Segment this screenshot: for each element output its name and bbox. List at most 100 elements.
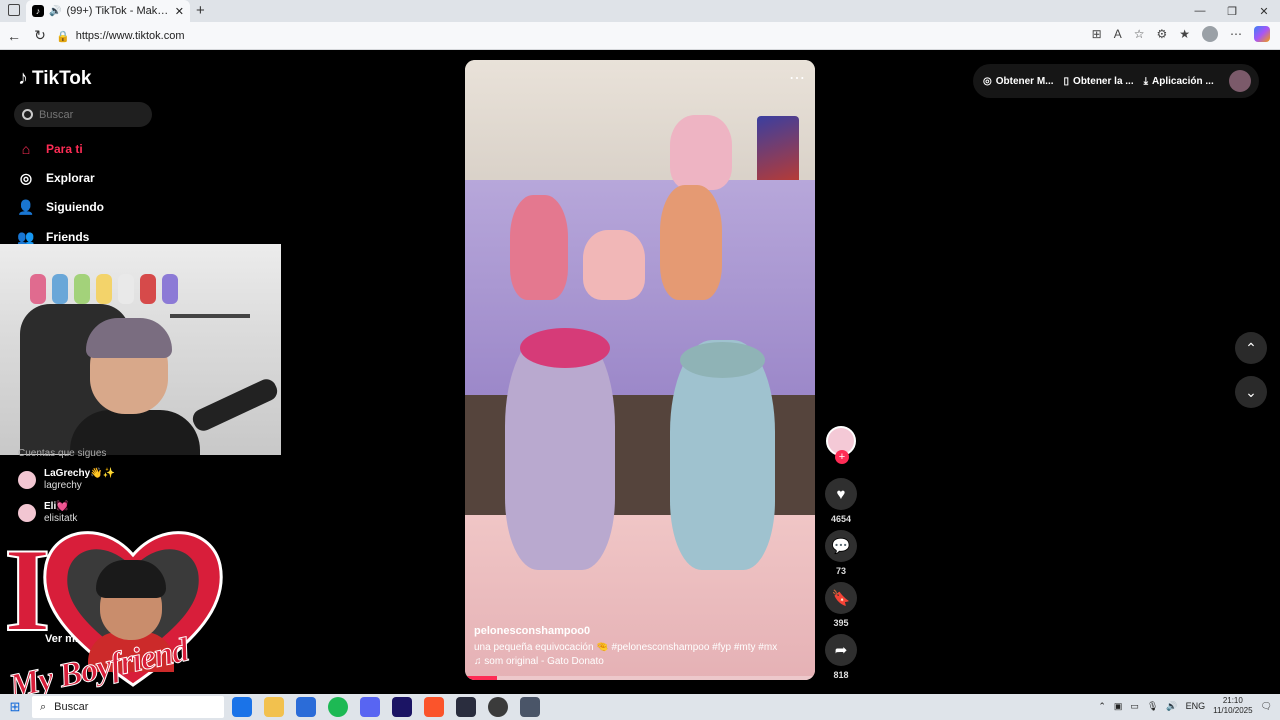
start-button[interactable]: ⊞ <box>0 694 30 720</box>
address-bar[interactable]: 🔒 https://www.tiktok.com <box>56 25 1156 47</box>
menu-label: Explorar <box>46 171 95 185</box>
minimize-icon[interactable]: — <box>1184 0 1216 22</box>
streamer <box>70 318 200 455</box>
network-icon[interactable]: ▭ <box>1130 701 1139 712</box>
get-coins-button[interactable]: ◎ Obtener M... <box>983 76 1054 87</box>
app-available-icon[interactable]: ⊞ <box>1092 27 1102 41</box>
account-item[interactable]: LaGrechy👋✨ lagrechy <box>18 468 115 492</box>
tab-title: (99+) TikTok - Make Your Day <box>66 5 169 17</box>
logo-text: TikTok <box>32 67 92 89</box>
search-box[interactable] <box>14 102 152 127</box>
notifications-icon[interactable]: 🗨 <box>1261 701 1272 712</box>
menu-item-explore[interactable]: ◎ Explorar <box>18 170 95 186</box>
bookmark-icon[interactable]: 🔖 <box>825 582 857 614</box>
doll <box>670 115 732 190</box>
system-tray: ⌃ ▣ ▭ 🎙 🔊 ENG 21:10 11/10/2025 🗨 <box>1098 696 1272 716</box>
tiktok-logo[interactable]: ♪ TikTok <box>18 67 91 90</box>
account-handle: lagrechy <box>44 480 82 491</box>
discord-icon[interactable] <box>360 697 380 717</box>
menu-label: Friends <box>46 230 90 244</box>
tab-actions-icon[interactable] <box>8 4 20 16</box>
comment-action[interactable]: 💬 73 <box>825 530 857 576</box>
desktop-app-button[interactable]: ⤓ Aplicación ... <box>1144 76 1214 87</box>
language-indicator[interactable]: ENG <box>1186 701 1206 711</box>
windows-icon: ⊞ <box>9 699 21 714</box>
previous-video-button[interactable]: ⌃ <box>1235 332 1267 364</box>
clock[interactable]: 21:10 11/10/2025 <box>1213 696 1252 716</box>
store-icon[interactable] <box>296 697 316 717</box>
download-icon: ⤓ <box>1143 75 1149 87</box>
menu-item-following[interactable]: 👤 Siguiendo <box>17 198 104 215</box>
share-action[interactable]: ➦ 818 <box>825 634 857 680</box>
taskbar-search[interactable]: ⌕ Buscar <box>32 696 224 718</box>
search-input[interactable] <box>39 108 139 121</box>
home-icon: ⌂ <box>21 141 31 157</box>
avatar <box>18 471 36 489</box>
get-app-button[interactable]: ▯ Obtener la ... <box>1064 76 1134 87</box>
boyfriend-sticker-overlay: I My Boyfriend <box>0 520 225 710</box>
favorites-icon[interactable]: ★ <box>1179 27 1190 41</box>
like-count: 4654 <box>830 514 852 524</box>
site-info-icon[interactable]: 🔒 <box>56 30 70 43</box>
clock-time: 21:10 <box>1222 696 1243 705</box>
tray-chevron-icon[interactable]: ⌃ <box>1098 701 1106 712</box>
tray-app-icon[interactable]: ▣ <box>1114 701 1123 712</box>
comment-icon[interactable]: 💬 <box>825 530 857 562</box>
profile-avatar[interactable] <box>1202 26 1218 42</box>
user-avatar[interactable] <box>1229 70 1251 92</box>
obs-icon[interactable] <box>488 697 508 717</box>
video-player[interactable]: ⋯ pelonesconshampoo0 una pequeña equivoc… <box>465 60 815 680</box>
new-tab-button[interactable]: + <box>196 2 205 19</box>
menu-label: Para ti <box>46 142 83 156</box>
brave-icon[interactable] <box>424 697 444 717</box>
spotify-icon[interactable] <box>328 697 348 717</box>
app-icon[interactable] <box>520 697 540 717</box>
heart-icon[interactable]: ♥ <box>825 478 857 510</box>
like-action[interactable]: ♥ 4654 <box>825 478 857 524</box>
file-explorer-icon[interactable] <box>264 697 284 717</box>
video-progress-bar[interactable] <box>465 676 815 680</box>
wall-shelf <box>170 314 250 318</box>
microphone <box>189 376 281 434</box>
reload-icon[interactable]: ↻ <box>28 24 52 48</box>
volume-icon[interactable]: 🔊 <box>1166 701 1177 712</box>
friends-icon: 👥 <box>17 228 35 245</box>
close-window-icon[interactable]: ✕ <box>1248 0 1280 22</box>
more-menu-icon[interactable]: ⋯ <box>1230 27 1242 41</box>
browser-toolbar: ← ↻ 🔒 https://www.tiktok.com ⊞ A ☆ ⚙ ★ ⋯ <box>0 22 1280 50</box>
doll <box>583 230 645 300</box>
menu-item-friends[interactable]: 👥 Friends <box>17 228 90 245</box>
menu-item-for-you[interactable]: ⌂ Para ti <box>18 141 83 157</box>
translate-icon[interactable]: A <box>1114 27 1122 41</box>
copilot-icon[interactable] <box>1254 26 1270 42</box>
url-text: https://www.tiktok.com <box>75 30 185 42</box>
following-icon: 👤 <box>17 198 35 215</box>
get-app-label: Obtener la ... <box>1073 75 1134 87</box>
mic-icon[interactable]: 🎙 <box>1147 701 1158 712</box>
app-icon[interactable] <box>456 697 476 717</box>
save-action[interactable]: 🔖 395 <box>825 582 857 628</box>
video-more-icon[interactable]: ⋯ <box>789 68 806 88</box>
top-actions-bar: ◎ Obtener M... ▯ Obtener la ... ⤓ Aplicació… <box>973 64 1259 98</box>
video-username[interactable]: pelonesconshampoo0 <box>474 625 590 637</box>
close-tab-icon[interactable]: ✕ <box>175 5 184 18</box>
premiere-icon[interactable] <box>392 697 412 717</box>
share-icon[interactable]: ➦ <box>825 634 857 666</box>
next-video-button[interactable]: ⌄ <box>1235 376 1267 408</box>
back-icon[interactable]: ← <box>2 24 26 48</box>
browser-tools: ⊞ A ☆ ⚙ ★ ⋯ <box>1092 26 1270 42</box>
phone-icon: ▯ <box>1063 75 1070 87</box>
restore-icon[interactable]: ❐ <box>1216 0 1248 22</box>
favorite-star-icon[interactable]: ☆ <box>1134 27 1145 41</box>
browser-tab[interactable]: ♪ 🔊 (99+) TikTok - Make Your Day ✕ <box>26 0 190 22</box>
video-caption: una pequeña equivocación 🤏 #pelonesconsh… <box>474 642 778 653</box>
video-sound[interactable]: ♫ som original - Gato Donato <box>474 656 604 667</box>
extensions-icon[interactable]: ⚙ <box>1156 27 1167 41</box>
tiktok-favicon-icon: ♪ <box>32 5 44 17</box>
sticker-letter: I <box>3 523 52 656</box>
edge-icon[interactable] <box>232 697 252 717</box>
chevron-up-icon: ⌃ <box>1245 339 1257 356</box>
follow-plus-icon[interactable]: + <box>835 450 849 464</box>
audio-playing-icon[interactable]: 🔊 <box>49 6 61 17</box>
desktop-app-label: Aplicación ... <box>1152 75 1214 87</box>
